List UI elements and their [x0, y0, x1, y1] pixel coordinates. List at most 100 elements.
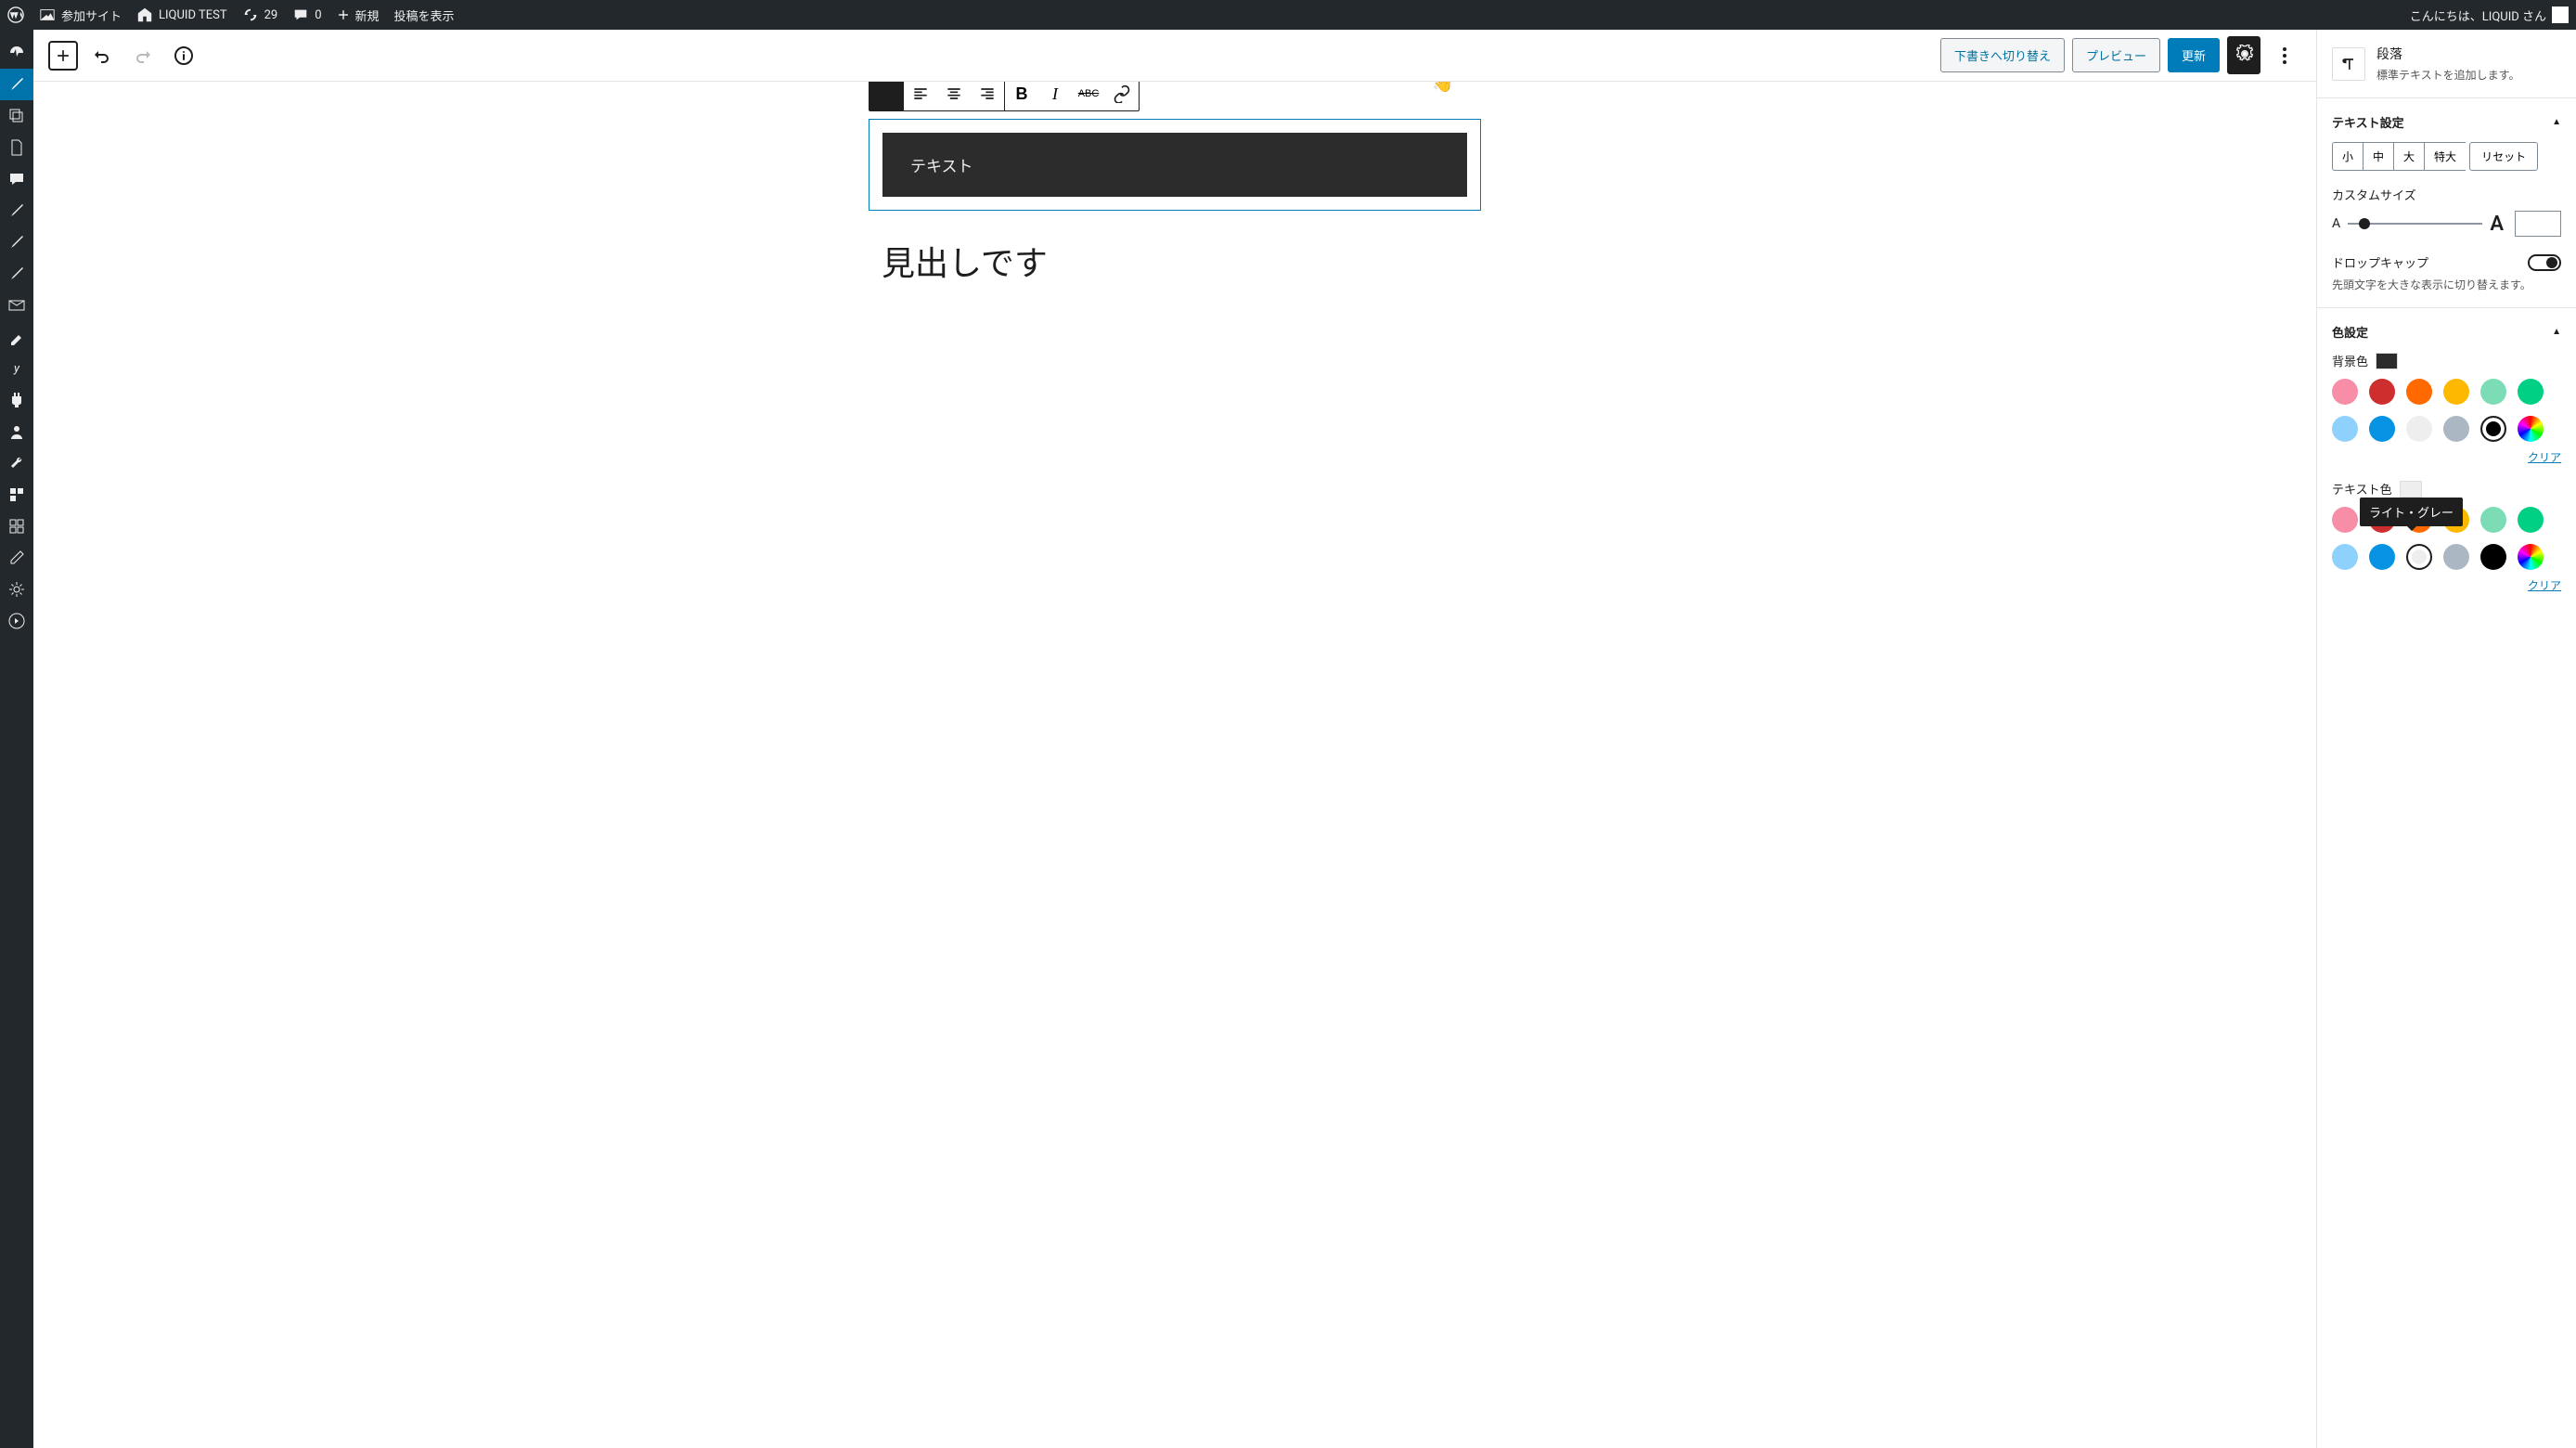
site-name[interactable]: LIQUID TEST — [136, 6, 227, 23]
menu-item-16[interactable] — [0, 511, 33, 542]
block-info-panel: 段落 標準テキストを追加します。 — [2317, 30, 2576, 97]
my-sites-label: 参加サイト — [61, 6, 122, 24]
menu-item-15[interactable] — [0, 479, 33, 511]
menu-settings[interactable] — [0, 574, 33, 605]
info-button[interactable] — [167, 39, 200, 72]
size-xlarge-button[interactable]: 特大 — [2424, 142, 2466, 171]
menu-posts[interactable] — [0, 69, 33, 100]
strikethrough-button[interactable]: ABC — [1072, 82, 1105, 110]
custom-size-label: カスタムサイズ — [2332, 186, 2561, 203]
color-swatch[interactable] — [2406, 416, 2432, 442]
site-name-label: LIQUID TEST — [159, 8, 227, 22]
bg-color-label: 背景色 — [2332, 352, 2368, 369]
color-swatch[interactable] — [2332, 379, 2358, 405]
my-sites[interactable]: 参加サイト — [39, 6, 122, 24]
new-content[interactable]: 新規 — [337, 6, 380, 24]
menu-comments[interactable] — [0, 163, 33, 195]
text-settings-section: テキスト設定 ▲ 小 中 大 特大 リセット カスタムサイズ A A — [2317, 97, 2576, 307]
color-swatch[interactable] — [2332, 544, 2358, 570]
bg-color-preview — [2376, 353, 2398, 369]
menu-item-6[interactable] — [0, 195, 33, 226]
menu-item-8[interactable] — [0, 258, 33, 290]
color-swatch[interactable] — [2369, 544, 2395, 570]
block-type-desc: 標準テキストを追加します。 — [2376, 67, 2519, 83]
color-swatch[interactable] — [2332, 507, 2358, 533]
updates[interactable]: 29 — [242, 6, 278, 23]
menu-pages[interactable] — [0, 132, 33, 163]
update-button[interactable]: 更新 — [2168, 38, 2220, 72]
account-greeting[interactable]: こんにちは、LIQUID さん — [2410, 6, 2569, 24]
color-swatch[interactable] — [2443, 416, 2469, 442]
block-type-title: 段落 — [2376, 45, 2519, 63]
font-size-input[interactable] — [2515, 211, 2561, 237]
slider-min-icon: A — [2332, 216, 2340, 231]
text-clear-link[interactable]: クリア — [2332, 577, 2561, 593]
align-center-button[interactable] — [937, 82, 971, 110]
color-swatch[interactable] — [2480, 507, 2506, 533]
menu-item-7[interactable] — [0, 226, 33, 258]
heading-block[interactable]: 見出しです — [869, 237, 1481, 285]
color-swatch[interactable] — [2369, 416, 2395, 442]
menu-media[interactable] — [0, 100, 33, 132]
switch-draft-button[interactable]: 下書きへ切り替え — [1940, 38, 2065, 72]
block-type-button[interactable] — [869, 82, 903, 110]
color-swatch[interactable] — [2332, 416, 2358, 442]
menu-users[interactable] — [0, 416, 33, 447]
paragraph-block[interactable]: テキスト — [869, 119, 1481, 211]
menu-appearance[interactable] — [0, 321, 33, 353]
view-post-label: 投稿を表示 — [394, 6, 455, 24]
redo-button[interactable] — [126, 39, 160, 72]
menu-dashboard[interactable] — [0, 37, 33, 69]
color-swatch[interactable] — [2480, 416, 2506, 442]
color-settings-section: 色設定 ▲ 背景色 クリア テキスト色 ライト・グレー クリア — [2317, 307, 2576, 608]
menu-item-y[interactable]: y — [0, 353, 33, 384]
settings-toggle-button[interactable] — [2227, 36, 2260, 74]
color-swatch[interactable] — [2369, 379, 2395, 405]
emoji-icon: 👋 — [1433, 82, 1453, 94]
bold-button[interactable]: B — [1005, 82, 1038, 110]
menu-mail[interactable] — [0, 290, 33, 321]
dropcap-toggle[interactable] — [2528, 254, 2561, 271]
color-swatch[interactable] — [2406, 544, 2432, 570]
link-button[interactable] — [1105, 82, 1139, 110]
wp-logo[interactable] — [7, 6, 24, 23]
add-block-button[interactable] — [48, 41, 78, 71]
align-right-button[interactable] — [971, 82, 1004, 110]
more-options-button[interactable] — [2268, 39, 2301, 72]
font-size-slider[interactable] — [2348, 223, 2482, 225]
align-left-button[interactable] — [904, 82, 937, 110]
size-small-button[interactable]: 小 — [2332, 142, 2363, 171]
menu-collapse[interactable] — [0, 605, 33, 637]
color-swatch[interactable] — [2518, 507, 2544, 533]
color-swatch[interactable] — [2443, 544, 2469, 570]
color-swatch[interactable] — [2480, 379, 2506, 405]
color-settings-header[interactable]: 色設定 ▲ — [2332, 323, 2561, 341]
dropcap-desc: 先頭文字を大きな表示に切り替えます。 — [2332, 277, 2561, 292]
comments-count: 0 — [315, 8, 321, 22]
editor-header: 下書きへ切り替え プレビュー 更新 — [33, 30, 2316, 82]
preview-button[interactable]: プレビュー — [2072, 38, 2160, 72]
undo-button[interactable] — [85, 39, 119, 72]
menu-tools[interactable] — [0, 447, 33, 479]
paragraph-content[interactable]: テキスト — [882, 133, 1467, 197]
size-medium-button[interactable]: 中 — [2363, 142, 2393, 171]
color-swatch[interactable] — [2406, 379, 2432, 405]
text-settings-header[interactable]: テキスト設定 ▲ — [2332, 113, 2561, 131]
color-swatch[interactable] — [2518, 379, 2544, 405]
color-swatch[interactable] — [2443, 379, 2469, 405]
block-toolbar: B I ABC — [869, 82, 1140, 111]
size-reset-button[interactable]: リセット — [2469, 142, 2538, 171]
menu-item-17[interactable] — [0, 542, 33, 574]
color-swatch[interactable] — [2480, 544, 2506, 570]
avatar — [2552, 6, 2569, 23]
color-tooltip: ライト・グレー — [2360, 498, 2463, 526]
view-post[interactable]: 投稿を表示 — [394, 6, 455, 24]
italic-button[interactable]: I — [1038, 82, 1072, 110]
menu-plugins[interactable] — [0, 384, 33, 416]
size-large-button[interactable]: 大 — [2393, 142, 2424, 171]
custom-color-swatch[interactable] — [2518, 544, 2544, 570]
bg-clear-link[interactable]: クリア — [2332, 449, 2561, 465]
custom-color-swatch[interactable] — [2518, 416, 2544, 442]
comments[interactable]: 0 — [292, 6, 321, 23]
new-label: 新規 — [355, 6, 380, 24]
